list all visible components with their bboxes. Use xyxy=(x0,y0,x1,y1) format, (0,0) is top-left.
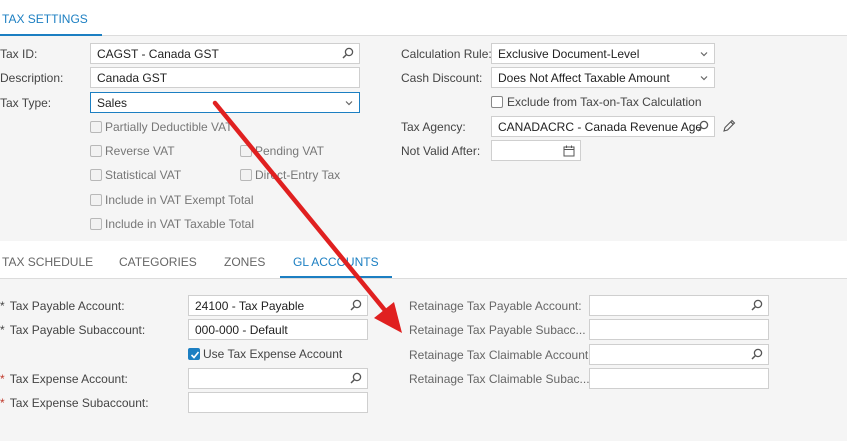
cash-discount-select[interactable]: Does Not Affect Taxable Amount xyxy=(491,67,715,88)
required-marker: * xyxy=(0,372,5,386)
tax-id-value: CAGST - Canada GST xyxy=(97,47,219,61)
tax-expense-account-text: Tax Expense Account: xyxy=(9,372,128,386)
tab-gl-accounts[interactable]: GL ACCOUNTS xyxy=(280,241,392,278)
direct-entry-tax-label: Direct-Entry Tax xyxy=(255,168,341,182)
description-label: Description: xyxy=(0,71,64,85)
tab-categories[interactable]: CATEGORIES xyxy=(119,241,197,278)
search-icon[interactable] xyxy=(697,120,709,132)
tax-expense-subaccount-text: Tax Expense Subaccount: xyxy=(9,396,149,410)
pending-vat-label: Pending VAT xyxy=(255,144,324,158)
retainage-tax-payable-subaccount-field[interactable] xyxy=(589,319,769,340)
retainage-tax-claimable-subaccount-field[interactable] xyxy=(589,368,769,389)
tax-expense-account-field[interactable] xyxy=(188,368,368,389)
calendar-icon[interactable] xyxy=(563,145,575,157)
checkmark-icon xyxy=(190,351,200,359)
search-icon[interactable] xyxy=(751,348,763,360)
calculation-rule-select[interactable]: Exclusive Document-Level xyxy=(491,43,715,64)
retainage-tax-claimable-subaccount-label: Retainage Tax Claimable Subac... xyxy=(409,372,590,386)
pending-vat-checkbox[interactable] xyxy=(240,145,252,157)
retainage-tax-payable-subaccount-label: Retainage Tax Payable Subacc... xyxy=(409,323,586,337)
calculation-rule-label: Calculation Rule: xyxy=(401,47,492,61)
tax-agency-field[interactable]: CANADACRC - Canada Revenue Age xyxy=(491,116,715,137)
retainage-tax-payable-account-field[interactable] xyxy=(589,295,769,316)
required-marker: * xyxy=(0,396,5,410)
exclude-tax-on-tax-label: Exclude from Tax-on-Tax Calculation xyxy=(507,95,702,109)
tax-expense-subaccount-field[interactable] xyxy=(188,392,368,413)
pencil-icon[interactable] xyxy=(722,119,736,133)
reverse-vat-label: Reverse VAT xyxy=(105,144,175,158)
tab-tax-schedule[interactable]: TAX SCHEDULE xyxy=(2,241,93,278)
exclude-tax-on-tax-checkbox[interactable] xyxy=(491,96,503,108)
top-tab-bar: TAX SETTINGS xyxy=(0,0,847,36)
tax-id-label: Tax ID: xyxy=(0,47,38,61)
include-vat-exempt-total-checkbox[interactable] xyxy=(90,194,102,206)
use-tax-expense-account-label: Use Tax Expense Account xyxy=(203,347,343,361)
include-vat-exempt-total-label: Include in VAT Exempt Total xyxy=(105,193,254,207)
required-marker: * xyxy=(0,299,5,313)
tax-expense-account-label: * Tax Expense Account: xyxy=(0,371,128,387)
tax-payable-subaccount-field[interactable]: 000-000 - Default xyxy=(188,319,368,340)
tab-tax-settings[interactable]: TAX SETTINGS xyxy=(0,0,102,36)
tax-id-field[interactable]: CAGST - Canada GST xyxy=(90,43,360,64)
retainage-tax-claimable-account-label: Retainage Tax Claimable Account: xyxy=(409,348,592,362)
chevron-down-icon xyxy=(700,76,708,81)
tax-agency-value: CANADACRC - Canada Revenue Age xyxy=(498,120,703,134)
calculation-rule-value: Exclusive Document-Level xyxy=(498,47,640,61)
tax-payable-account-value: 24100 - Tax Payable xyxy=(195,299,305,313)
description-field[interactable]: Canada GST xyxy=(90,67,360,88)
partially-deductible-vat-label: Partially Deductible VAT xyxy=(105,120,233,134)
search-icon[interactable] xyxy=(350,299,362,311)
search-icon[interactable] xyxy=(350,372,362,384)
retainage-tax-claimable-account-field[interactable] xyxy=(589,344,769,365)
tax-type-select[interactable]: Sales xyxy=(90,92,360,113)
tax-payable-subaccount-value: 000-000 - Default xyxy=(195,323,288,337)
chevron-down-icon xyxy=(700,52,708,57)
retainage-tax-payable-account-label: Retainage Tax Payable Account: xyxy=(409,299,582,313)
cash-discount-label: Cash Discount: xyxy=(401,71,483,85)
direct-entry-tax-checkbox[interactable] xyxy=(240,169,252,181)
reverse-vat-checkbox[interactable] xyxy=(90,145,102,157)
use-tax-expense-account-checkbox[interactable] xyxy=(188,348,200,360)
tax-payable-subaccount-text: Tax Payable Subaccount: xyxy=(9,323,146,337)
search-icon[interactable] xyxy=(751,299,763,311)
chevron-down-icon xyxy=(345,101,353,106)
tax-type-value: Sales xyxy=(97,96,128,110)
tax-payable-account-label: * Tax Payable Account: xyxy=(0,298,125,314)
statistical-vat-checkbox[interactable] xyxy=(90,169,102,181)
tax-payable-account-text: Tax Payable Account: xyxy=(9,299,125,313)
tax-payable-account-field[interactable]: 24100 - Tax Payable xyxy=(188,295,368,316)
search-icon[interactable] xyxy=(342,47,354,59)
required-marker: * xyxy=(0,323,5,337)
cash-discount-value: Does Not Affect Taxable Amount xyxy=(498,71,670,85)
tab-zones[interactable]: ZONES xyxy=(224,241,265,278)
tax-expense-subaccount-label: * Tax Expense Subaccount: xyxy=(0,395,149,411)
statistical-vat-label: Statistical VAT xyxy=(105,168,182,182)
tax-agency-label: Tax Agency: xyxy=(401,120,466,134)
not-valid-after-label: Not Valid After: xyxy=(401,144,481,158)
partially-deductible-vat-checkbox[interactable] xyxy=(90,121,102,133)
tax-type-label: Tax Type: xyxy=(0,96,52,110)
not-valid-after-field[interactable] xyxy=(491,140,581,161)
tax-payable-subaccount-label: * Tax Payable Subaccount: xyxy=(0,322,145,338)
description-value: Canada GST xyxy=(97,71,168,85)
include-vat-taxable-total-checkbox[interactable] xyxy=(90,218,102,230)
include-vat-taxable-total-label: Include in VAT Taxable Total xyxy=(105,217,254,231)
